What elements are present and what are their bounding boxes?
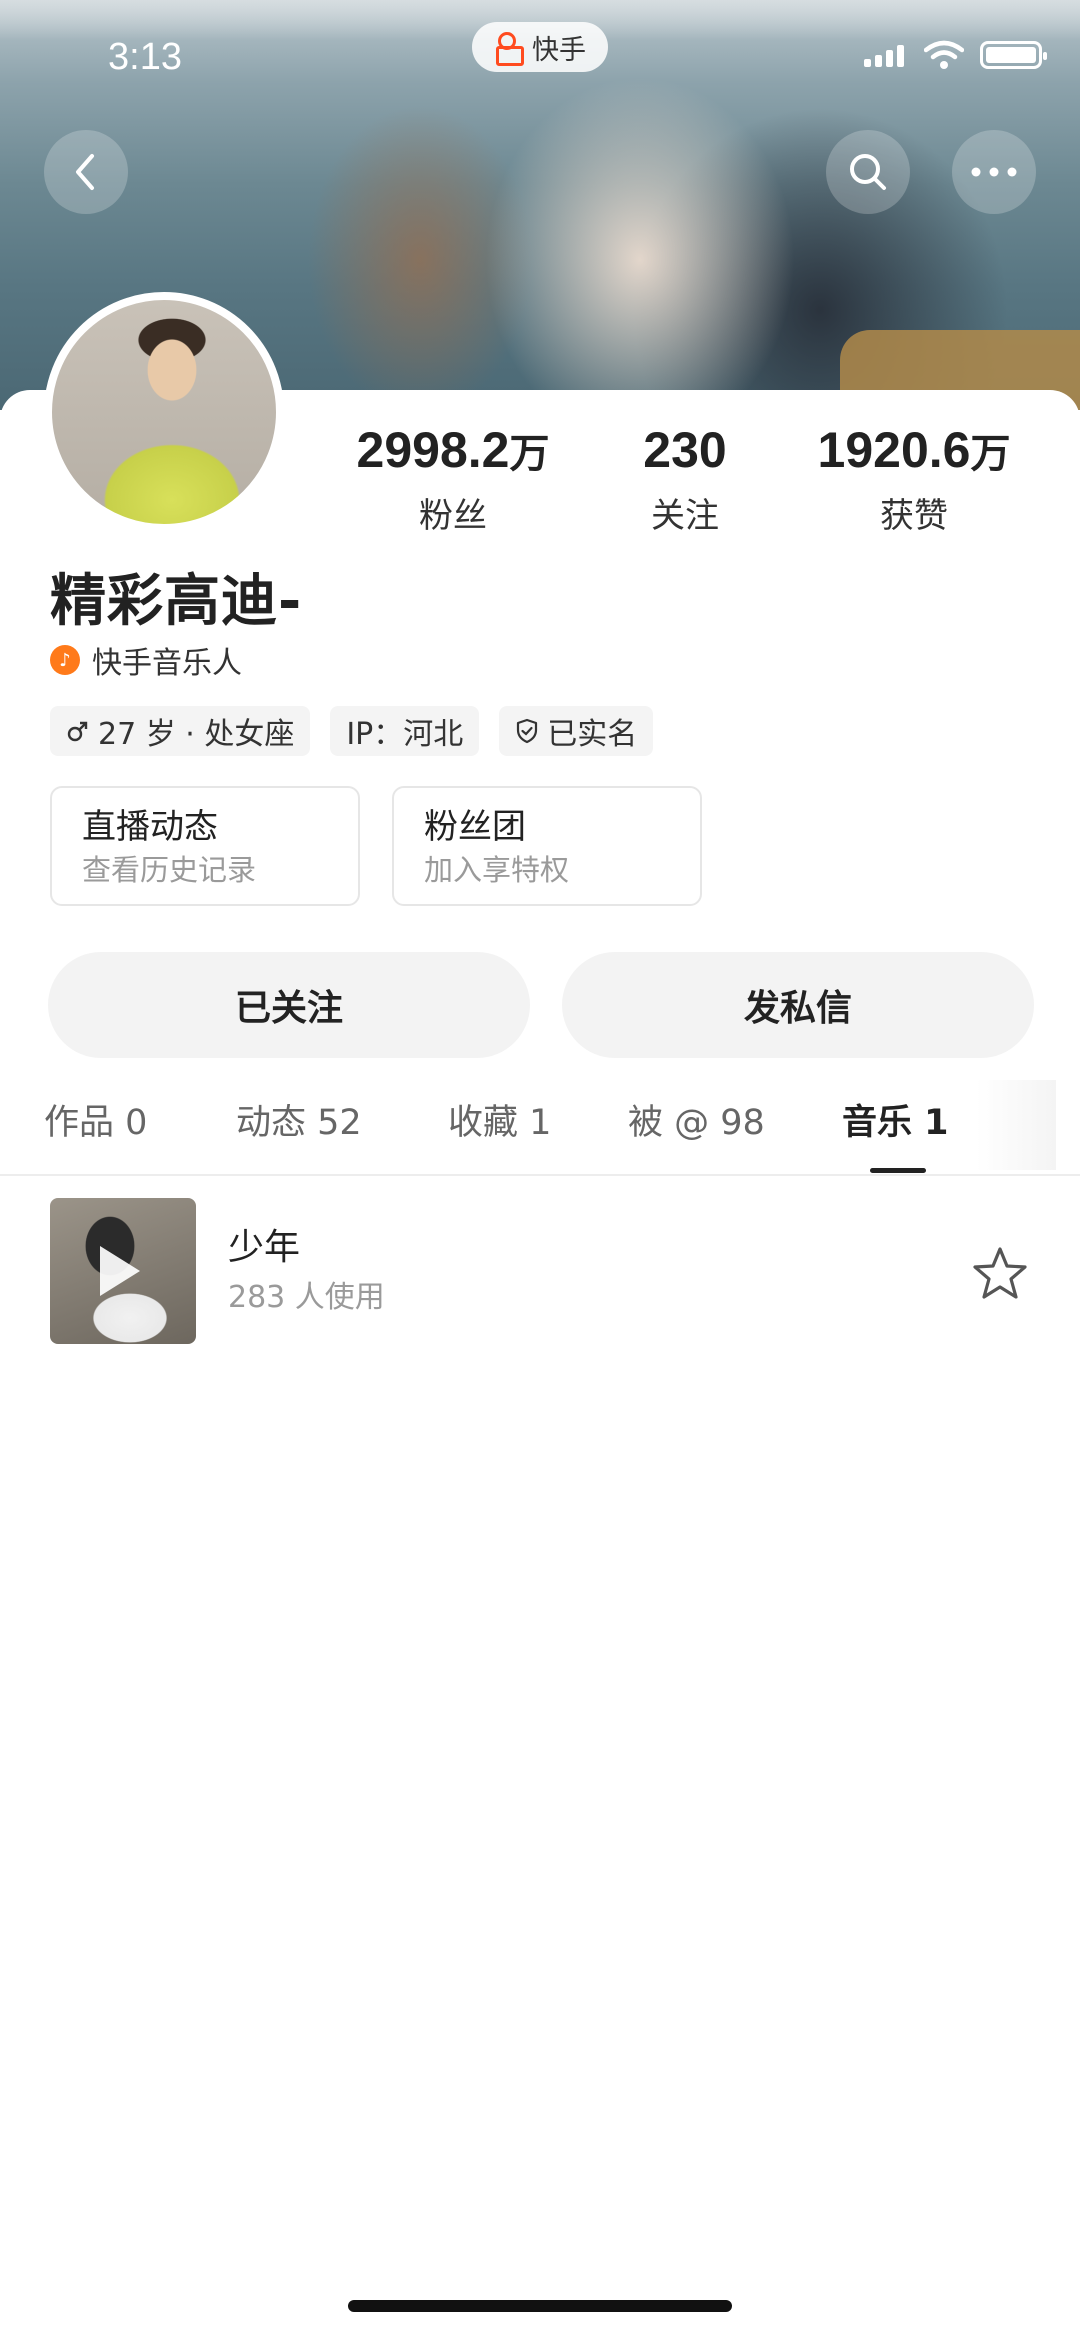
stat-likes-value: 1920.6 (817, 422, 971, 478)
fan-club-title: 粉丝团 (424, 807, 526, 847)
live-history-title: 直播动态 (82, 807, 218, 847)
stat-fans[interactable]: 2998.2万 粉丝 (333, 420, 573, 537)
profile-tabs: 作品 0 动态 52 收藏 1 被 @ 98 音乐 1 (0, 1080, 1080, 1176)
stat-fans-unit: 万 (509, 432, 550, 476)
tag-verified[interactable]: 已实名 (499, 706, 654, 756)
send-message-button[interactable]: 发私信 (562, 952, 1034, 1058)
stat-likes-label: 获赞 (880, 496, 948, 536)
stat-likes-unit: 万 (970, 432, 1011, 476)
tab-music[interactable]: 音乐 1 (842, 1094, 949, 1145)
more-dots-icon (971, 167, 1017, 177)
profile-tags: 27 岁 · 处女座 IP：河北 已实名 (50, 706, 654, 756)
tag-verified-label: 已实名 (547, 717, 638, 752)
cellular-signal-icon (864, 43, 908, 67)
music-note-icon: ♪ (50, 645, 80, 675)
search-button[interactable] (826, 130, 910, 214)
status-icons (864, 40, 1047, 70)
more-button[interactable] (952, 130, 1036, 214)
shield-check-icon (517, 718, 538, 744)
play-icon (100, 1246, 140, 1296)
live-history-card[interactable]: 直播动态 查看历史记录 (50, 786, 360, 906)
back-button[interactable] (44, 130, 128, 214)
profile-card (0, 390, 1080, 2338)
app-indicator-pill[interactable]: 快手 (472, 22, 608, 72)
musician-badge[interactable]: ♪ 快手音乐人 (50, 638, 242, 682)
fan-club-card[interactable]: 粉丝团 加入享特权 (392, 786, 702, 906)
status-time: 3:13 (108, 36, 182, 78)
stat-following[interactable]: 230 关注 (565, 420, 805, 537)
wifi-icon (924, 40, 964, 69)
tab-favorites[interactable]: 收藏 1 (448, 1094, 551, 1145)
active-tab-indicator (870, 1168, 926, 1173)
stat-following-value: 230 (643, 422, 727, 478)
battery-icon (980, 41, 1047, 69)
tab-works[interactable]: 作品 0 (44, 1094, 147, 1145)
profile-actions: 已关注 发私信 (48, 952, 1034, 1058)
app-name: 快手 (532, 34, 586, 66)
tag-ip: IP：河北 (330, 706, 480, 756)
tab-mentions[interactable]: 被 @ 98 (628, 1094, 765, 1145)
stat-fans-value: 2998.2 (356, 422, 510, 478)
fan-club-subtitle: 加入享特权 (424, 853, 570, 887)
tag-age-label: 27 岁 · 处女座 (98, 717, 295, 752)
male-gender-icon (67, 721, 88, 742)
avatar[interactable] (44, 292, 284, 532)
stat-following-label: 关注 (651, 496, 719, 536)
tag-age-zodiac: 27 岁 · 处女座 (50, 706, 311, 756)
list-item[interactable]: 少年 283 人使用 (50, 1198, 1040, 1344)
profile-username: 精彩高迪- (50, 569, 303, 634)
tag-ip-label: IP：河北 (346, 717, 464, 752)
search-icon (850, 154, 886, 190)
stat-likes[interactable]: 1920.6万 获赞 (794, 420, 1034, 537)
feature-cards: 直播动态 查看历史记录 粉丝团 加入享特权 (50, 786, 702, 906)
stat-fans-label: 粉丝 (419, 496, 487, 536)
kuaishou-logo-icon (494, 32, 524, 66)
tab-moments[interactable]: 动态 52 (236, 1094, 362, 1145)
song-title: 少年 (228, 1227, 301, 1268)
home-indicator[interactable] (348, 2300, 732, 2312)
followed-button[interactable]: 已关注 (48, 952, 530, 1058)
musician-badge-label: 快手音乐人 (92, 646, 242, 681)
song-cover[interactable] (50, 1198, 196, 1344)
song-usage-count: 283 人使用 (228, 1280, 385, 1315)
live-history-subtitle: 查看历史记录 (82, 853, 257, 887)
favorite-star-icon[interactable] (970, 1244, 1030, 1304)
tabs-scroll-fade (976, 1080, 1056, 1170)
chevron-left-icon (76, 154, 94, 190)
